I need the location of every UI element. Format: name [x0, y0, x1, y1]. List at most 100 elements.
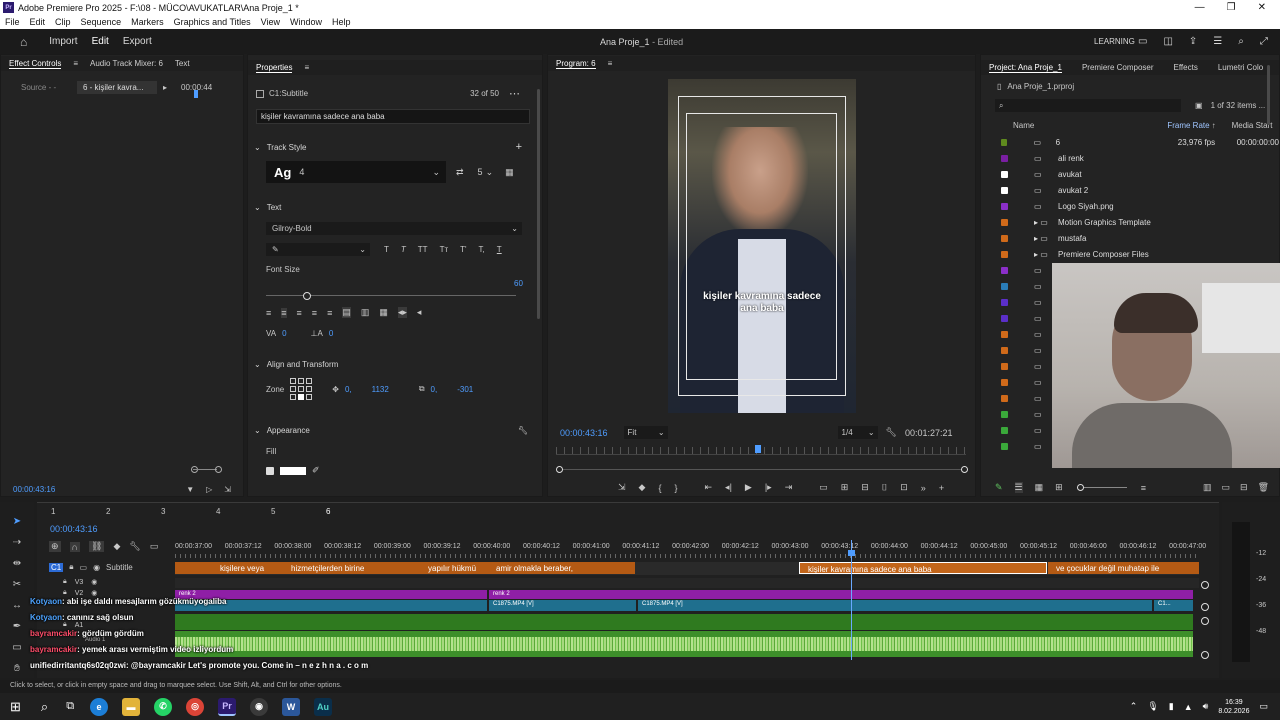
mark-in-icon[interactable]: { — [658, 483, 661, 493]
linked-selection-icon[interactable]: ⛓︎ — [89, 541, 105, 552]
project-item[interactable]: ▭ avukat 2 — [981, 182, 1279, 198]
nest-icon[interactable]: ⊕ — [49, 541, 61, 552]
selection-tool-icon[interactable]: ➤ — [13, 516, 21, 527]
list-view-icon[interactable]: ☰ — [1014, 482, 1023, 493]
share-icon[interactable]: ⇪ — [1189, 36, 1197, 47]
chevron-down-icon[interactable]: ⌄ — [254, 360, 261, 369]
tab-audio-mixer[interactable]: Audio Track Mixer: 6 — [90, 59, 163, 68]
menu-window[interactable]: Window — [290, 17, 322, 27]
sequence-tab[interactable]: 3 — [161, 507, 216, 516]
menu-help[interactable]: Help — [332, 17, 351, 27]
taskbar-date[interactable]: 8.02.2026 — [1218, 707, 1249, 716]
sequence-tab[interactable]: 1 — [51, 507, 106, 516]
lock-icon[interactable]: 🔒︎ — [63, 621, 67, 629]
offset-y[interactable]: -301 — [457, 385, 473, 394]
captions-track-icon[interactable]: ▭ — [150, 541, 159, 552]
go-to-out-icon[interactable]: ⇥ — [785, 482, 793, 493]
sync-style-icon[interactable]: ⇄ — [456, 167, 464, 178]
subtitle-clip[interactable]: kişilere veya — [175, 562, 283, 574]
chevron-down-icon[interactable]: ⌄ — [254, 426, 261, 435]
fit-dropdown[interactable]: Fit ⌄ — [623, 426, 668, 439]
timeline-timecode[interactable]: 00:00:43:16 — [50, 524, 98, 534]
menu-sequence[interactable]: Sequence — [81, 17, 122, 27]
chevron-down-icon[interactable]: ⌄ — [486, 167, 494, 178]
subscript-icon[interactable]: T, — [479, 245, 485, 254]
subtitle-track-target[interactable]: C1 — [49, 562, 64, 572]
leading-value[interactable]: 0 — [329, 329, 333, 338]
export-frame-icon[interactable]: ⇲ — [618, 482, 626, 493]
video-clip-2[interactable]: C1875.MP4 [V] — [638, 600, 1152, 611]
search-icon[interactable]: ⌕ — [41, 699, 48, 715]
import-tab[interactable]: Import — [49, 36, 77, 47]
label-color-swatch[interactable] — [1001, 202, 1008, 210]
label-color-swatch[interactable] — [1001, 218, 1008, 226]
col-name[interactable]: Name — [1013, 121, 1034, 130]
edge-icon[interactable]: e — [90, 697, 109, 716]
eye-icon[interactable]: ◉ — [93, 563, 100, 572]
italic-icon[interactable]: T — [401, 245, 406, 254]
renk-clip-2[interactable]: renk 2 — [489, 590, 1193, 599]
pen-tool-icon[interactable]: ✒ — [13, 621, 21, 632]
lift-icon[interactable]: ⊞ — [841, 482, 849, 493]
offset-x[interactable]: 0, — [431, 385, 438, 394]
sort-icon[interactable]: ≡ — [1141, 483, 1146, 493]
battery-icon[interactable]: ▮ — [1169, 701, 1174, 712]
project-item[interactable]: ▭ Logo Siyah.png — [981, 198, 1279, 214]
new-bin-icon[interactable]: ▭ — [1222, 482, 1231, 493]
project-search-input[interactable]: ⌕ — [995, 99, 1181, 112]
go-to-in-icon[interactable]: ⇤ — [705, 482, 713, 493]
captions-icon[interactable]: ▭ — [1138, 36, 1147, 47]
tab-effects[interactable]: Effects — [1174, 63, 1198, 72]
menu-view[interactable]: View — [261, 17, 280, 27]
subtitle-clip[interactable]: yapılır hükmü — [420, 562, 488, 574]
eyedropper-icon[interactable]: ✐ — [312, 465, 320, 476]
minimize-icon[interactable]: — — [1195, 2, 1205, 13]
tab-program[interactable]: Program: 6 — [556, 59, 596, 69]
sort-up-icon[interactable]: ↑ — [1212, 121, 1216, 130]
zoom-handle-left[interactable] — [556, 466, 563, 473]
program-playhead[interactable] — [755, 445, 761, 453]
program-menu-icon[interactable]: ≡ — [608, 59, 613, 68]
col-frame-rate[interactable]: Frame Rate — [1167, 121, 1209, 130]
justify-icon[interactable]: ≡ — [312, 308, 317, 318]
home-icon[interactable]: ⌂ — [20, 35, 27, 49]
icon-view-icon[interactable]: ▦ — [1035, 482, 1044, 493]
justify-last-icon[interactable]: ≡ — [327, 308, 332, 318]
lock-icon[interactable]: 🔒︎ — [69, 562, 73, 572]
font-size-value[interactable]: 60 — [514, 279, 523, 288]
caption-text-field[interactable]: kişiler kavramına sadece ana baba — [256, 109, 530, 124]
label-color-swatch[interactable] — [1001, 170, 1008, 178]
menu-file[interactable]: File — [5, 17, 20, 27]
slip-icon[interactable]: ↔ — [12, 600, 22, 611]
project-item[interactable]: ▭ avukat — [981, 166, 1279, 182]
automate-icon[interactable]: ▥ — [1203, 482, 1212, 493]
freeform-view-icon[interactable]: ⊞ — [1055, 482, 1063, 493]
rtl-icon[interactable]: ◂▸ — [397, 307, 407, 318]
align-center-icon[interactable]: ≡ — [281, 307, 287, 318]
track-style-dropdown[interactable]: Ag 4 ⌄ — [266, 161, 446, 183]
restore-icon[interactable]: ❐ — [1227, 2, 1236, 13]
trash-icon[interactable]: 🗑︎ — [1258, 482, 1269, 493]
zone-grid[interactable] — [290, 378, 313, 400]
snap-icon[interactable]: ∩ — [69, 541, 81, 552]
menu-graphics[interactable]: Graphics and Titles — [174, 17, 251, 27]
step-back-icon[interactable]: ◂| — [725, 482, 732, 493]
settings-wrench-icon[interactable]: 🔧︎ — [886, 427, 897, 438]
chrome-icon[interactable]: ◎ — [186, 697, 205, 716]
menu-edit[interactable]: Edit — [30, 17, 46, 27]
project-item[interactable]: ▸ ▭ Motion Graphics Template — [981, 214, 1279, 230]
add-style-icon[interactable]: + — [516, 141, 522, 153]
audio-clip-a1-upper[interactable] — [175, 614, 1193, 630]
play-icon[interactable]: ▶ — [745, 482, 752, 493]
sequence-tab[interactable]: 5 — [271, 507, 326, 516]
bold-icon[interactable]: T — [384, 245, 389, 254]
label-color-swatch[interactable] — [1001, 250, 1008, 258]
sequence-clip-dropdown[interactable]: 6 - kişiler kavra... — [77, 81, 157, 94]
program-zoom-bar[interactable] — [558, 469, 968, 470]
task-view-icon[interactable]: ⧉ — [66, 700, 74, 713]
font-size-slider[interactable] — [266, 292, 536, 300]
video-frame[interactable]: kişiler kavramına sadece ana baba — [668, 79, 856, 413]
label-color-swatch[interactable] — [1001, 154, 1008, 162]
label-color-swatch[interactable] — [1001, 426, 1008, 434]
ripple-edit-icon[interactable]: ⇹ — [13, 558, 21, 569]
